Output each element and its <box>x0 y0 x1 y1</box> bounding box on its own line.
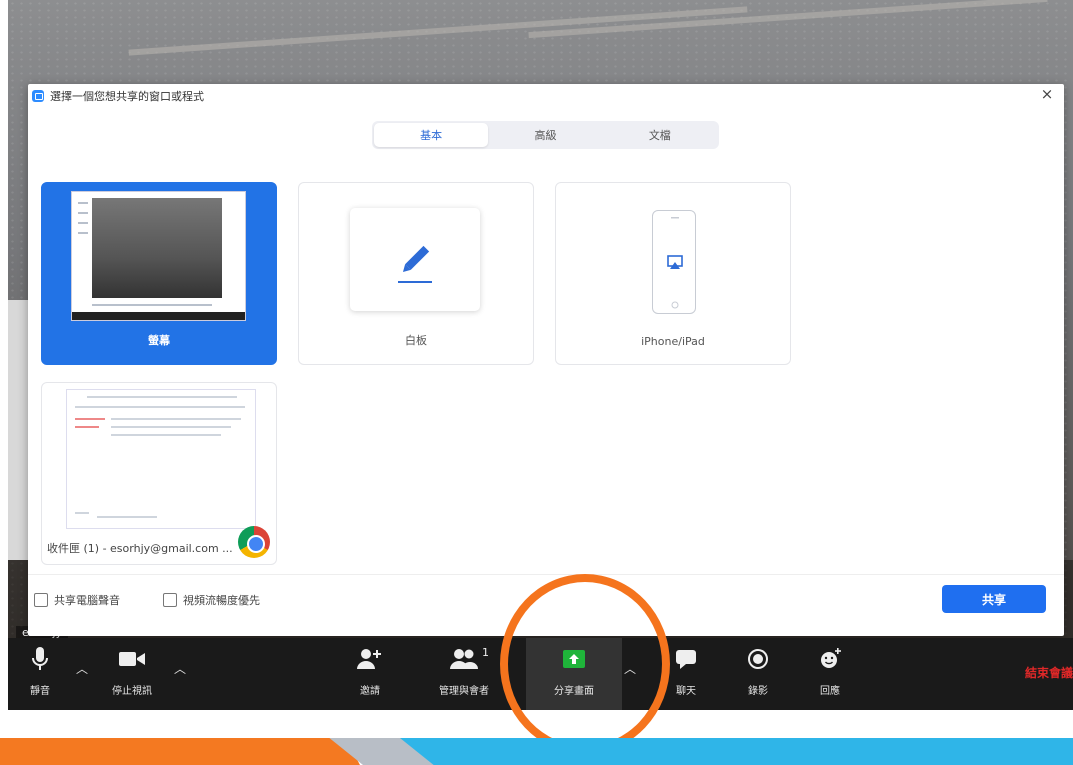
tile-label-iphone-ipad: iPhone/iPad <box>641 335 705 348</box>
chat-label: 聊天 <box>676 686 696 697</box>
checkbox-box[interactable] <box>163 593 177 607</box>
share-button[interactable]: 共享 <box>942 585 1046 613</box>
share-screen-dialog: 選擇一個您想共享的窗口或程式 × 基本 高級 文檔 螢幕 白板 iPhone/i… <box>28 84 1064 636</box>
share-option-whiteboard[interactable]: 白板 <box>298 182 534 365</box>
share-option-iphone-ipad[interactable]: iPhone/iPad <box>555 182 791 365</box>
add-person-icon <box>357 649 381 669</box>
mute-label: 靜音 <box>30 686 50 697</box>
end-meeting-button[interactable]: 結束會議 <box>1025 664 1073 681</box>
record-button[interactable]: 錄影 <box>738 644 778 704</box>
stop-video-label: 停止視訊 <box>112 686 152 697</box>
microphone-icon <box>32 647 48 670</box>
manage-participants-button[interactable]: 1 管理與會者 <box>424 644 504 704</box>
decorative-band-orange <box>0 738 360 765</box>
share-computer-sound-checkbox[interactable]: 共享電腦聲音 <box>34 592 120 608</box>
record-icon <box>748 649 768 669</box>
share-option-screen[interactable]: 螢幕 <box>41 182 277 365</box>
chrome-icon <box>238 526 270 558</box>
dialog-title: 選擇一個您想共享的窗口或程式 <box>50 90 204 103</box>
smiley-plus-icon <box>821 648 841 668</box>
whiteboard-thumbnail <box>350 208 480 311</box>
pencil-icon <box>398 245 432 283</box>
airplay-icon <box>667 217 683 309</box>
chat-button[interactable]: 聊天 <box>664 644 708 704</box>
record-label: 錄影 <box>748 686 768 697</box>
participant-count: 1 <box>482 646 489 659</box>
share-option-chrome-window[interactable]: 收件匣 (1) - esorhjy@gmail.com ... <box>41 382 277 565</box>
reactions-button[interactable]: 回應 <box>810 644 850 704</box>
share-tabs: 基本 高級 文檔 <box>372 121 719 149</box>
mute-button[interactable]: 靜音 <box>20 644 60 704</box>
dialog-title-bar: 選擇一個您想共享的窗口或程式 × <box>28 84 1064 108</box>
tab-basic[interactable]: 基本 <box>374 123 489 147</box>
tab-advanced[interactable]: 高級 <box>488 123 602 147</box>
share-computer-sound-label: 共享電腦聲音 <box>54 594 120 607</box>
zoom-app-icon <box>32 90 44 102</box>
annotation-highlight-circle <box>500 574 670 754</box>
manage-participants-label: 管理與會者 <box>439 686 489 697</box>
screen-thumbnail <box>71 191 246 321</box>
audio-options-caret-icon[interactable]: ︿ <box>76 660 88 677</box>
reactions-label: 回應 <box>820 686 840 697</box>
tab-files[interactable]: 文檔 <box>603 123 717 147</box>
tile-label-screen: 螢幕 <box>148 334 170 347</box>
close-icon[interactable]: × <box>1040 87 1054 102</box>
participants-icon <box>450 649 478 669</box>
iphone-thumbnail <box>652 210 696 314</box>
stop-video-button[interactable]: 停止視訊 <box>104 644 160 704</box>
decorative-band-blue <box>400 738 1073 765</box>
chrome-window-thumbnail <box>66 389 256 529</box>
chat-bubble-icon <box>676 650 696 669</box>
video-camera-icon <box>119 652 145 666</box>
invite-button[interactable]: 邀請 <box>350 644 390 704</box>
tile-label-whiteboard: 白板 <box>405 334 427 347</box>
optimize-video-label: 視頻流暢度優先 <box>183 594 260 607</box>
checkbox-box[interactable] <box>34 593 48 607</box>
tile-label-chrome: 收件匣 (1) - esorhjy@gmail.com ... <box>47 542 233 555</box>
optimize-video-checkbox[interactable]: 視頻流暢度優先 <box>163 592 260 608</box>
video-options-caret-icon[interactable]: ︿ <box>174 660 186 677</box>
invite-label: 邀請 <box>360 686 380 697</box>
